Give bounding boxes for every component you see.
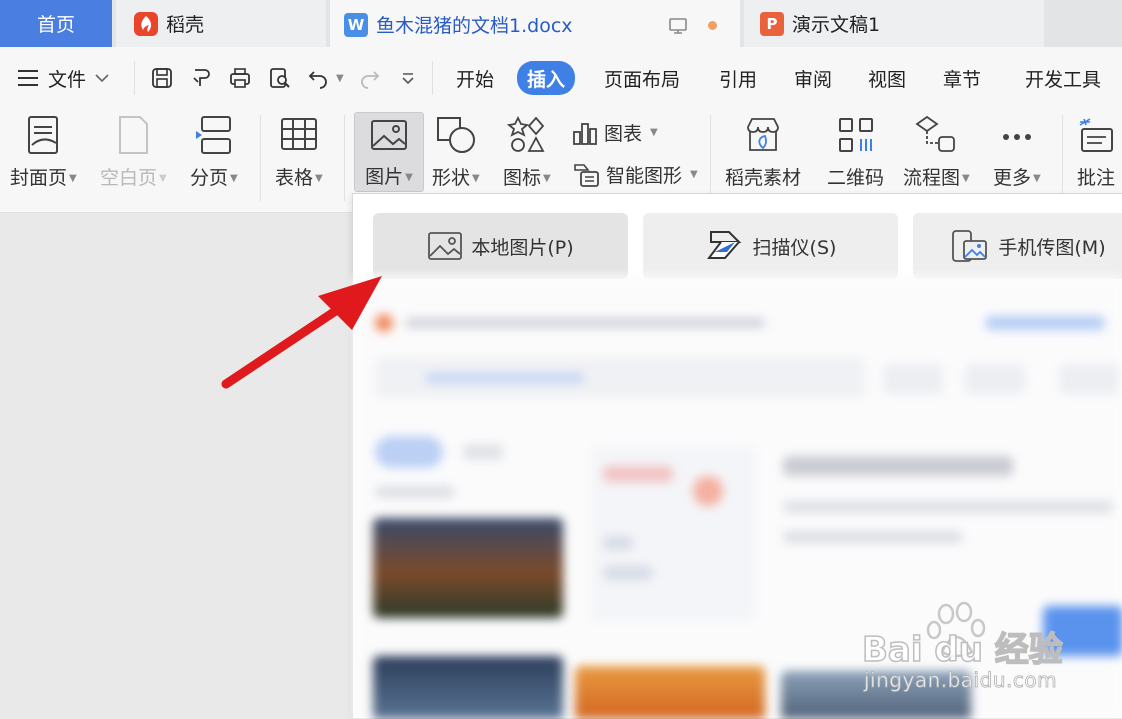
blank-page-icon <box>119 116 149 154</box>
shape-label: 形状 <box>432 167 471 189</box>
more-label: 更多 <box>993 167 1032 189</box>
page-break-label: 分页 <box>190 167 229 189</box>
print-icon[interactable] <box>228 47 252 109</box>
flowchart-button[interactable]: 流程图 ▼ <box>903 115 970 190</box>
page-break-icon <box>195 116 231 154</box>
cover-page-button[interactable]: 封面页 ▼ <box>10 115 77 190</box>
menu-chapter[interactable]: 章节 <box>943 47 981 109</box>
menu-developer[interactable]: 开发工具 <box>1025 47 1101 109</box>
word-doc-icon: W <box>344 12 368 37</box>
unsaved-dot-icon <box>708 21 717 30</box>
quick-access-dropdown-icon[interactable] <box>400 47 416 109</box>
icon-button[interactable]: 图标 ▼ <box>503 115 551 190</box>
baidu-watermark: Bai du 经验 jingyan.baidu.com <box>861 600 1092 700</box>
cover-page-label: 封面页 <box>10 167 68 189</box>
shape-button[interactable]: 形状 ▼ <box>432 115 480 190</box>
menu-insert[interactable]: 插入 <box>517 61 576 95</box>
menu-reference[interactable]: 引用 <box>719 47 757 109</box>
scanner-button[interactable]: 扫描仪(S) <box>643 213 898 279</box>
smartart-icon <box>574 163 599 187</box>
daoke-logo-icon <box>134 11 158 36</box>
cover-page-icon <box>28 116 59 154</box>
tab-presentation-label: 演示文稿1 <box>792 14 881 36</box>
watermark-brand: Bai du 经验 <box>861 629 1063 671</box>
menu-view[interactable]: 视图 <box>868 47 906 109</box>
picture-icon <box>371 120 407 150</box>
tab-document-label: 鱼木混猪的文档1.docx <box>376 15 573 37</box>
qrcode-label: 二维码 <box>827 167 885 189</box>
qrcode-icon <box>838 118 873 152</box>
bar-chart-icon <box>573 122 597 145</box>
picture-button[interactable]: 图片 ▼ <box>354 112 424 192</box>
scanner-icon <box>706 231 741 259</box>
comment-icon <box>1079 118 1113 152</box>
redo-icon[interactable] <box>358 47 382 109</box>
flowchart-icon <box>915 115 956 152</box>
table-label: 表格 <box>275 167 314 189</box>
file-menu[interactable]: 文件 <box>16 47 110 109</box>
chart-label: 图表 <box>604 123 643 145</box>
menu-review[interactable]: 审阅 <box>794 47 832 109</box>
chevron-down-icon <box>95 74 109 83</box>
tab-daoke-label: 稻壳 <box>166 14 205 36</box>
menu-bar: 文件 ▼ 开始 插入 页面布局 引用 审阅 视图 章节 开发工具 <box>0 47 1122 109</box>
phone-upload-button[interactable]: 手机传图(M) <box>913 213 1122 279</box>
document-background <box>0 214 348 718</box>
qrcode-button[interactable]: 二维码 <box>827 115 884 190</box>
chart-button[interactable]: 图表 ▼ <box>572 119 658 146</box>
scanner-label: 扫描仪(S) <box>752 236 837 259</box>
daoke-material-label: 稻壳素材 <box>725 167 802 189</box>
format-painter-icon[interactable] <box>190 47 214 109</box>
tab-daoke[interactable]: 稻壳 <box>116 0 326 47</box>
daoke-material-button[interactable]: 稻壳素材 <box>725 115 801 190</box>
comment-button[interactable]: 批注 <box>1076 115 1116 190</box>
tab-presentation[interactable]: P 演示文稿1 <box>744 0 1044 47</box>
undo-icon[interactable] <box>306 47 330 109</box>
save-icon[interactable] <box>150 47 174 109</box>
comment-label: 批注 <box>1076 167 1115 189</box>
tab-home[interactable]: 首页 <box>0 0 112 47</box>
monitor-icon[interactable] <box>668 16 688 41</box>
menu-page-layout[interactable]: 页面布局 <box>604 47 680 109</box>
local-picture-icon <box>428 232 463 260</box>
hamburger-icon <box>18 70 38 86</box>
material-store-icon <box>747 118 779 151</box>
tab-home-label: 首页 <box>36 14 75 36</box>
undo-dropdown-icon[interactable]: ▼ <box>336 47 344 109</box>
phone-upload-icon <box>952 230 988 262</box>
more-button[interactable]: 更多 ▼ <box>993 115 1041 190</box>
page-break-button[interactable]: 分页 ▼ <box>190 115 238 190</box>
smartart-button[interactable]: 智能图形 ▼ <box>572 161 698 188</box>
flowchart-label: 流程图 <box>903 167 961 189</box>
print-preview-icon[interactable] <box>268 47 292 109</box>
blank-page-button[interactable]: 空白页 ▼ <box>100 115 167 190</box>
table-button[interactable]: 表格 ▼ <box>275 115 323 190</box>
local-picture-button[interactable]: 本地图片(P) <box>373 213 628 279</box>
file-menu-label: 文件 <box>48 68 87 91</box>
icon-label: 图标 <box>503 167 542 189</box>
local-picture-label: 本地图片(P) <box>471 236 574 259</box>
phone-upload-label: 手机传图(M) <box>998 236 1106 259</box>
tab-bar: 首页 稻壳 W 鱼木混猪的文档1.docx P 演示文稿1 <box>0 0 1122 47</box>
ppt-icon: P <box>760 11 784 36</box>
smartart-label: 智能图形 <box>606 165 683 187</box>
watermark-url: jingyan.baidu.com <box>864 668 1058 693</box>
shape-icon <box>436 117 475 153</box>
tab-document[interactable]: W 鱼木混猪的文档1.docx <box>330 0 740 47</box>
menu-start[interactable]: 开始 <box>456 47 494 109</box>
picture-label: 图片 <box>365 166 404 188</box>
icons-gallery-icon <box>506 115 545 152</box>
blank-page-label: 空白页 <box>100 167 158 189</box>
more-dots-icon <box>1002 134 1031 140</box>
table-icon <box>280 118 317 150</box>
